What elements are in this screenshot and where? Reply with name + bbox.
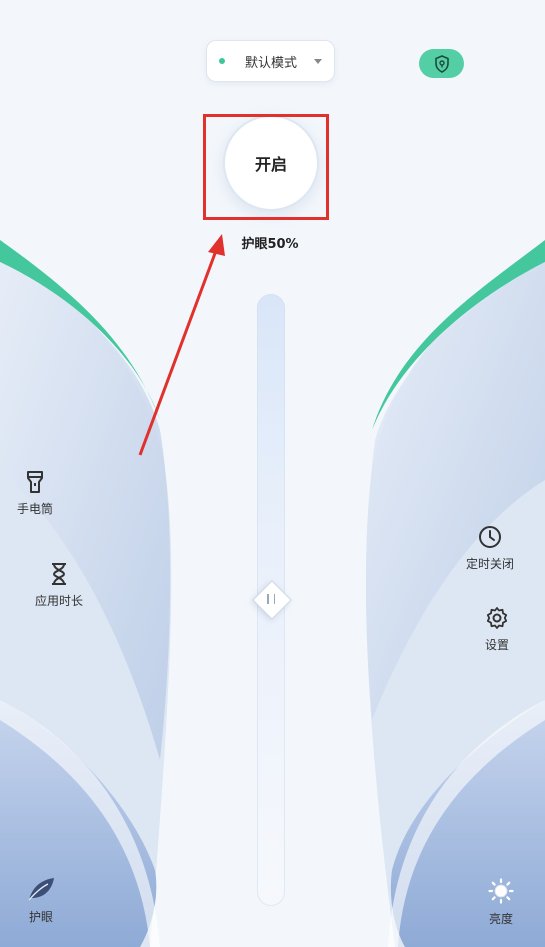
app-usage-label: 应用时长	[34, 594, 83, 608]
settings-label: 设置	[484, 638, 509, 652]
mode-selector[interactable]: 默认模式	[206, 40, 335, 82]
mode-status-dot	[219, 58, 225, 64]
eye-protection-level: 护眼50%	[241, 237, 299, 252]
flashlight-label: 手电筒	[16, 502, 53, 516]
mode-label: 默认模式	[245, 55, 298, 71]
nav-brightness[interactable]: 亮度	[480, 878, 522, 927]
annotation-highlight-box	[203, 114, 329, 220]
flashlight-button[interactable]: 手电筒	[12, 470, 58, 517]
hourglass-icon	[49, 562, 69, 586]
settings-button[interactable]: 设置	[476, 606, 518, 653]
flashlight-icon	[25, 470, 45, 494]
nav-eye-protection[interactable]: 护眼	[20, 876, 62, 925]
chevron-down-icon	[314, 58, 322, 64]
shield-button[interactable]	[419, 49, 464, 78]
clock-icon	[478, 525, 502, 549]
slider-grip-icon	[267, 594, 275, 604]
nav-eye-protection-label: 护眼	[28, 910, 53, 924]
shield-icon	[434, 54, 450, 73]
timer-off-button[interactable]: 定时关闭	[462, 525, 518, 572]
nav-brightness-label: 亮度	[488, 912, 513, 926]
gear-icon	[485, 606, 509, 630]
app-usage-button[interactable]: 应用时长	[30, 562, 88, 609]
sun-icon	[487, 878, 515, 904]
timer-off-label: 定时关闭	[465, 557, 514, 571]
leaf-icon	[26, 876, 56, 902]
